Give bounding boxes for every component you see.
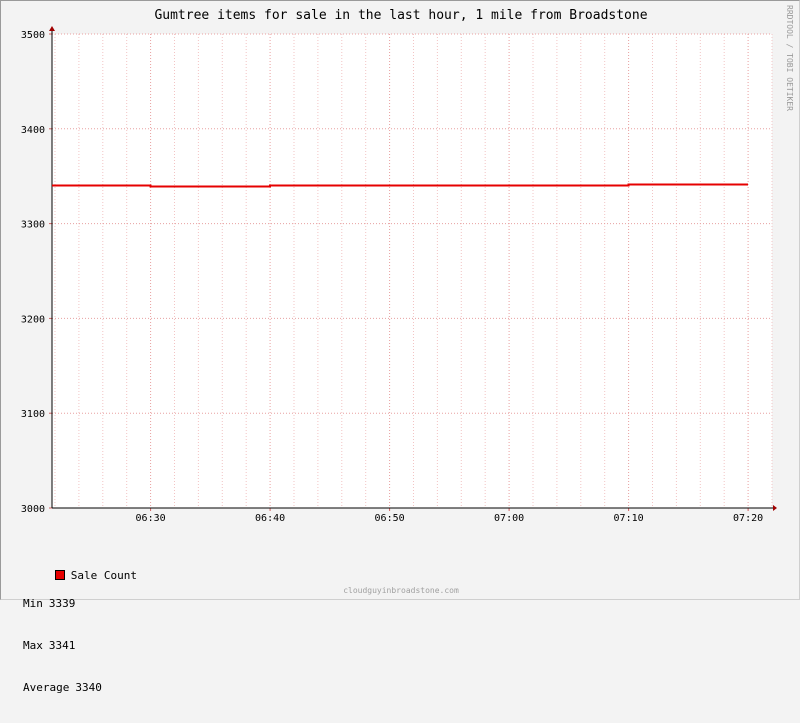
watermark: RRDTOOL / TOBI OETIKER <box>785 5 794 111</box>
legend-average-label: Average <box>23 681 70 694</box>
x-tick-label: 07:00 <box>494 513 524 524</box>
x-axis-arrow <box>773 505 777 511</box>
legend: Sale Count Min 3339 Max 3341 Average 3340 <box>15 527 137 723</box>
legend-max: Max 3341 <box>15 639 137 653</box>
legend-series-label: Sale Count <box>70 569 137 582</box>
graph-frame: 06:30 06:40 06:50 07:00 07:10 07:20 3000 3100 32… <box>0 0 800 694</box>
chart-title: Gumtree items for sale in the last hour,… <box>154 8 647 23</box>
legend-average-value: 3340 <box>75 681 102 694</box>
y-tick-label: 3000 <box>21 504 45 515</box>
x-tick-label: 06:50 <box>375 513 405 524</box>
legend-max-label: Max <box>23 639 43 652</box>
y-tick-label: 3500 <box>21 30 45 41</box>
footer-credit: cloudguyinbroadstone.com <box>343 586 459 595</box>
legend-swatch <box>54 570 65 580</box>
x-tick-label: 07:10 <box>614 513 644 524</box>
x-tick-label: 07:20 <box>733 513 763 524</box>
legend-min: Min 3339 <box>15 597 137 611</box>
y-axis-arrow <box>49 26 55 31</box>
y-tick-label: 3400 <box>21 125 45 136</box>
legend-min-label: Min <box>23 597 43 610</box>
y-tick-label: 3100 <box>21 409 45 420</box>
y-tick-label: 3300 <box>21 220 45 231</box>
chart: 06:30 06:40 06:50 07:00 07:10 07:20 3000 3100 32… <box>21 5 794 595</box>
legend-min-value: 3339 <box>48 597 76 610</box>
x-tick-label: 06:30 <box>136 513 166 524</box>
x-tick-label: 06:40 <box>255 513 285 524</box>
y-tick-label: 3200 <box>21 314 45 325</box>
legend-average: Average 3340 <box>15 681 137 695</box>
legend-series: Sale Count <box>15 555 137 582</box>
legend-max-value: 3341 <box>48 639 76 652</box>
plot-area <box>52 34 772 508</box>
